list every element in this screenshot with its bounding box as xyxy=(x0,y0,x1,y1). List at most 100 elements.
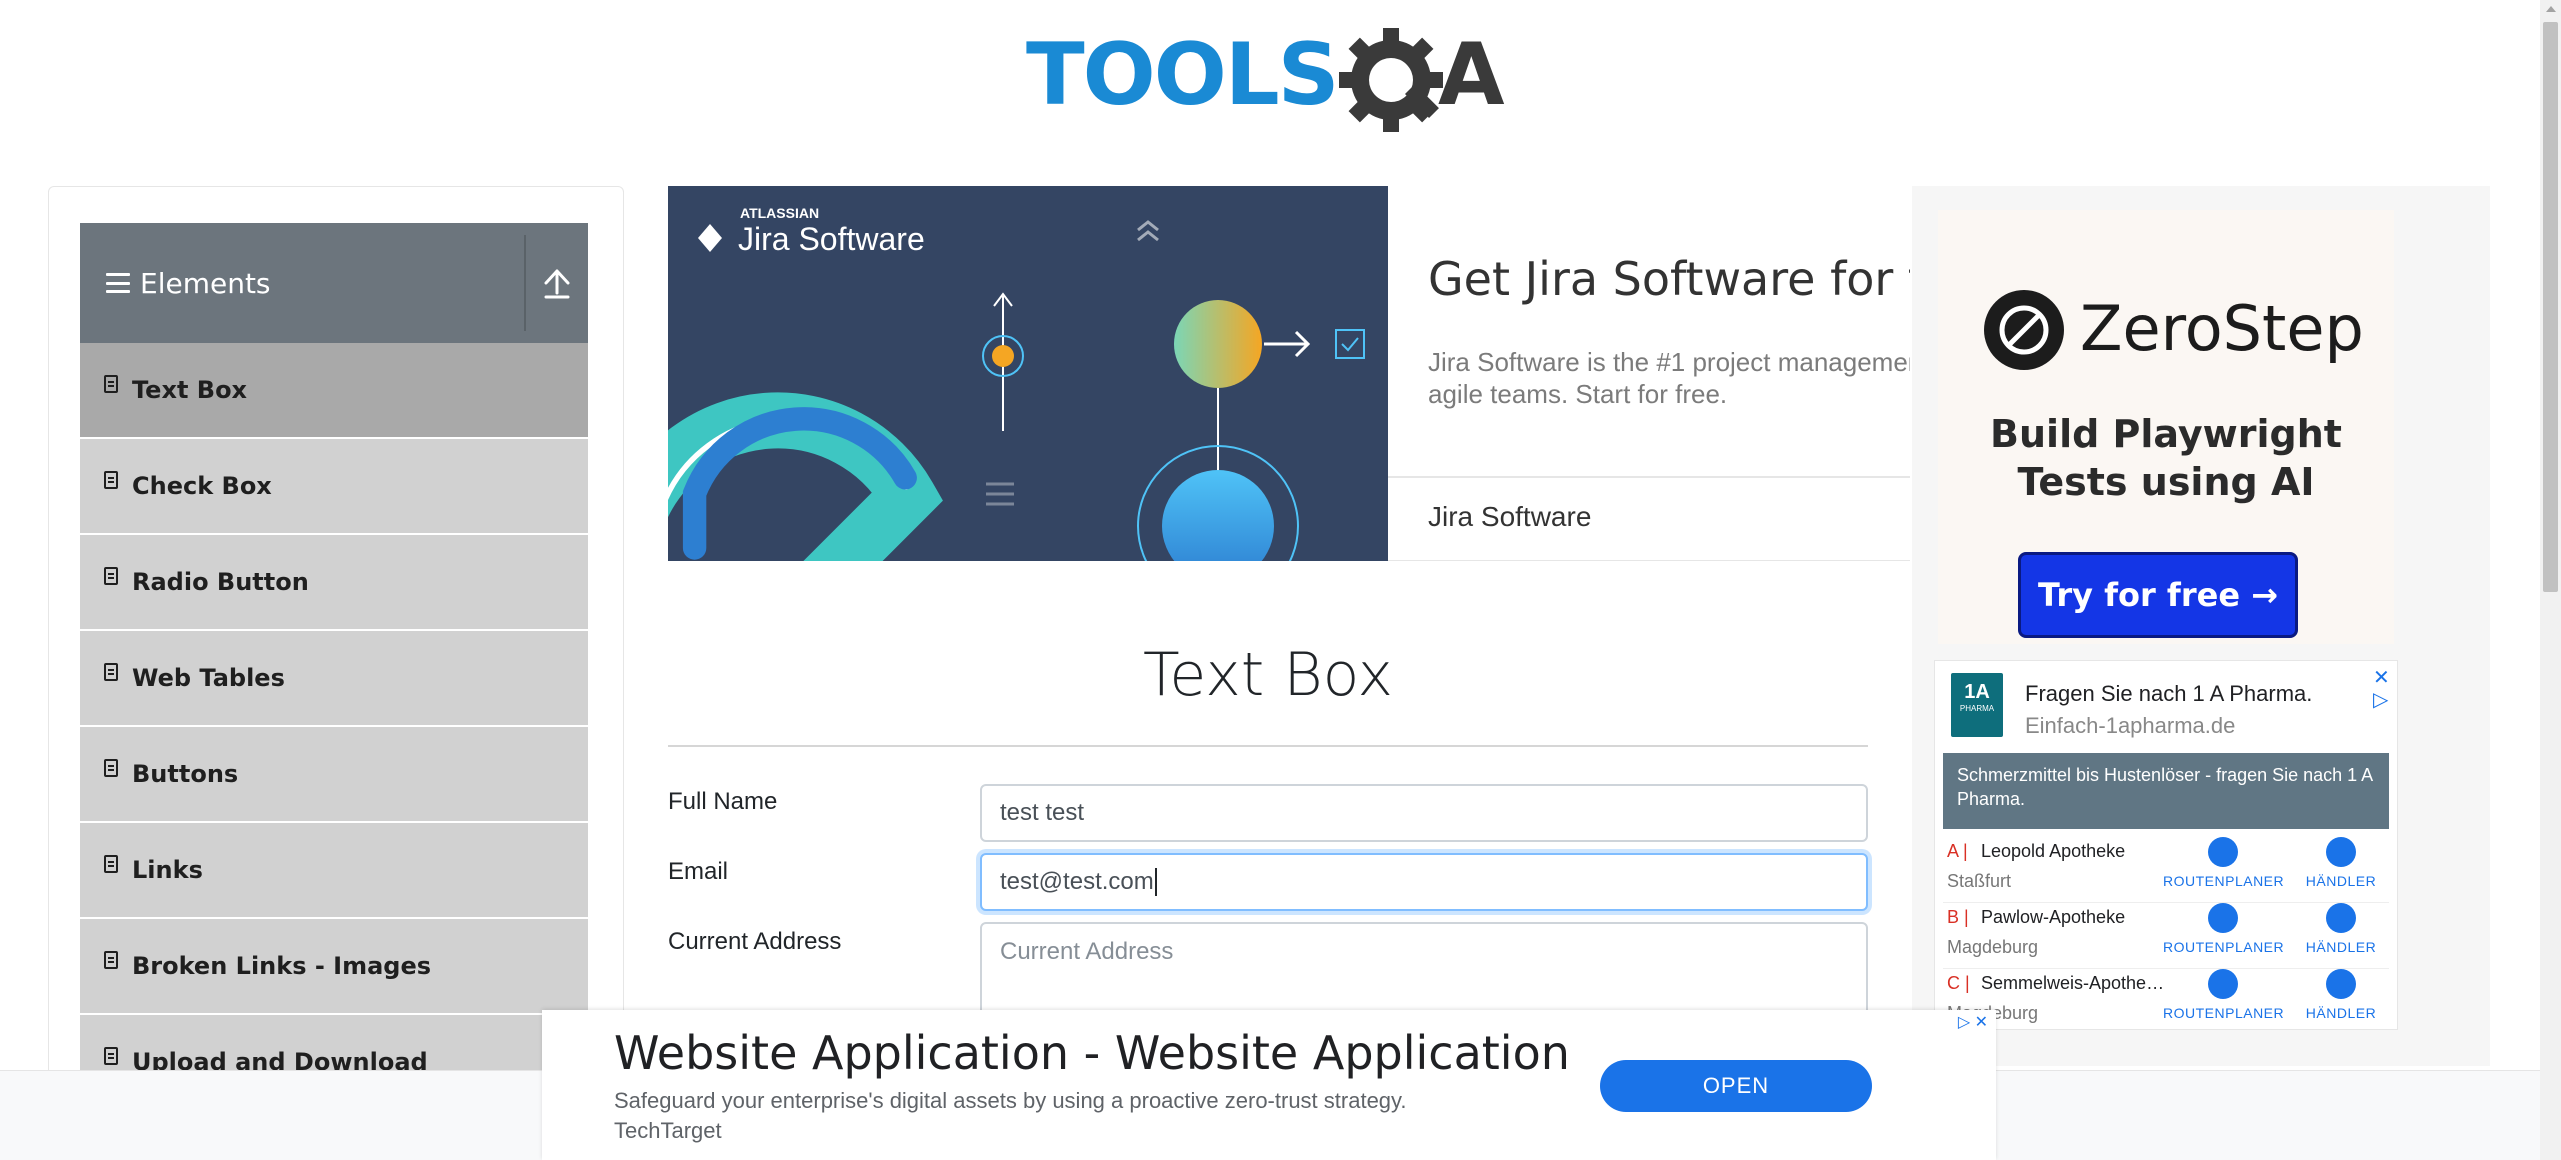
bottom-anchor-ad[interactable]: Website Application - Website Applicatio… xyxy=(542,1010,1996,1160)
bottom-ad-description: Safeguard your enterprise's digital asse… xyxy=(614,1088,1407,1113)
sidebar-item-label: Links xyxy=(132,856,203,884)
location-name: Leopold Apotheke xyxy=(1981,841,2126,861)
sidebar-item-radio-button[interactable]: Radio Button xyxy=(80,535,588,631)
jira-product-name: Jira Software xyxy=(738,221,925,257)
document-icon xyxy=(104,567,118,585)
route-planner-button[interactable]: ROUTENPLANER xyxy=(2163,837,2285,889)
dealer-label: HÄNDLER xyxy=(2305,939,2377,955)
elements-menu: Text Box Check Box Radio Button Web Tabl… xyxy=(80,343,588,1111)
zerostep-tagline-line: Build Playwright xyxy=(1990,412,2342,456)
route-label: ROUTENPLANER xyxy=(2163,873,2285,889)
sidebar-item-label: Text Box xyxy=(132,376,248,404)
document-icon xyxy=(104,759,118,777)
page-scrollbar[interactable] xyxy=(2540,0,2561,1160)
sidebar-item-buttons[interactable]: Buttons xyxy=(80,727,588,823)
pharma-location-row[interactable]: A | Leopold Apotheke Staßfurt ROUTENPLAN… xyxy=(1943,837,2389,903)
jira-body-line: agile teams. Start for free. xyxy=(1428,379,1728,409)
pharma-banner[interactable]: Schmerzmittel bis Hustenlöser - fragen S… xyxy=(1943,753,2389,829)
dealer-info-button[interactable]: HÄNDLER xyxy=(2293,837,2389,889)
info-icon xyxy=(2326,969,2356,999)
info-icon xyxy=(2326,837,2356,867)
sidebar-item-label: Web Tables xyxy=(132,664,285,692)
sidebar-item-web-tables[interactable]: Web Tables xyxy=(80,631,588,727)
pharma-location-row[interactable]: B | Pawlow-Apotheke Magdeburg ROUTENPLAN… xyxy=(1943,903,2389,969)
email-value: test@test.com xyxy=(1000,868,1154,895)
route-planner-button[interactable]: ROUTENPLANER xyxy=(2163,969,2284,1021)
group-title: Elements xyxy=(140,266,271,300)
route-planner-button[interactable]: ROUTENPLANER xyxy=(2163,903,2285,955)
adchoices-icon[interactable]: ▷ xyxy=(2373,687,2388,712)
atlassian-label: ATLASSIAN xyxy=(740,205,819,221)
sidebar-item-label: Check Box xyxy=(132,472,272,500)
scrollbar-thumb[interactable] xyxy=(2543,22,2558,592)
pharma-location-row[interactable]: C | Semmelweis-Apothe… Magdeburg ROUTENP… xyxy=(1943,969,2389,1033)
location-letter: A | xyxy=(1947,841,1968,861)
zerostep-tagline: Build Playwright Tests using AI xyxy=(1938,410,2394,506)
sidebar-item-label: Broken Links - Images xyxy=(132,952,432,980)
jira-ad-text: Get Jira Software for free Jira Software… xyxy=(1388,186,1910,561)
pharma-url[interactable]: Einfach-1apharma.de xyxy=(2025,713,2235,739)
jira-brand-footer[interactable]: Jira Software xyxy=(1428,501,1591,533)
current-address-label: Current Address xyxy=(668,928,842,955)
open-button[interactable]: OPEN xyxy=(1600,1060,1872,1112)
right-ad-column: ZeroStep Build Playwright Tests using AI… xyxy=(1912,186,2490,1066)
try-for-free-button[interactable]: Try for free → xyxy=(2018,552,2298,638)
full-name-input[interactable]: test test xyxy=(980,784,1868,842)
document-icon xyxy=(104,471,118,489)
sidebar-item-broken-links[interactable]: Broken Links - Images xyxy=(80,919,588,1015)
location-city: Staßfurt xyxy=(1947,871,2012,891)
bottom-ad-headline[interactable]: Website Application - Website Applicatio… xyxy=(614,1026,1570,1080)
dealer-info-button[interactable]: HÄNDLER xyxy=(2293,903,2389,955)
location-letter: B | xyxy=(1947,907,1969,927)
page-title: Text Box xyxy=(1142,640,1394,710)
sidebar-item-links[interactable]: Links xyxy=(80,823,588,919)
sidebar-item-text-box[interactable]: Text Box xyxy=(80,343,588,439)
jira-ad-banner[interactable]: ATLASSIAN Jira Software Get Jira Softwar… xyxy=(668,186,1910,561)
bottom-ad-source: TechTarget xyxy=(614,1118,722,1143)
pharma-title[interactable]: Fragen Sie nach 1 A Pharma. xyxy=(2025,681,2312,707)
current-address-placeholder: Current Address xyxy=(1000,938,1174,965)
document-icon xyxy=(104,855,118,873)
route-label: ROUTENPLANER xyxy=(2163,939,2285,955)
dealer-label: HÄNDLER xyxy=(2305,1005,2377,1021)
zerostep-logo-icon xyxy=(1984,290,2064,370)
zerostep-tagline-line: Tests using AI xyxy=(2017,460,2315,504)
full-name-value: test test xyxy=(1000,799,1085,826)
jira-divider xyxy=(1388,476,1910,478)
directions-icon xyxy=(2208,837,2238,867)
toolsqa-logo[interactable]: TOOLS A xyxy=(1026,22,1516,140)
sidebar-item-label: Radio Button xyxy=(132,568,309,596)
ad-close-icon[interactable]: ▷ ✕ xyxy=(1950,1010,1996,1034)
title-divider xyxy=(668,745,1868,747)
jira-body-line: Jira Software is the #1 project manageme… xyxy=(1428,347,1910,377)
email-input[interactable]: test@test.com xyxy=(980,853,1868,911)
document-icon xyxy=(104,375,118,393)
scroll-up-icon[interactable] xyxy=(2546,6,2556,12)
jira-headline[interactable]: Get Jira Software for free xyxy=(1428,252,1910,306)
directions-icon xyxy=(2208,969,2238,999)
pharma-logo-sub: PHARMA xyxy=(1959,704,1995,713)
pharma-logo-text: 1A xyxy=(1964,681,1990,703)
location-city: Magdeburg xyxy=(1947,937,2039,957)
dealer-info-button[interactable]: HÄNDLER xyxy=(2293,969,2389,1021)
info-icon xyxy=(2326,903,2356,933)
sidebar-item-label: Buttons xyxy=(132,760,239,788)
document-icon xyxy=(104,663,118,681)
location-name: Pawlow-Apotheke xyxy=(1981,907,2126,927)
jira-illustration: ATLASSIAN Jira Software xyxy=(668,205,1365,561)
document-icon xyxy=(104,1047,118,1065)
svg-text:A: A xyxy=(1438,25,1505,125)
upload-arrow-icon[interactable] xyxy=(540,265,574,301)
dealer-label: HÄNDLER xyxy=(2305,873,2377,889)
zerostep-ad[interactable]: ZeroStep Build Playwright Tests using AI… xyxy=(1938,210,2394,644)
header-divider xyxy=(524,235,526,331)
location-name: Semmelweis-Apothe… xyxy=(1981,973,2165,993)
zerostep-logo-text: ZeroStep xyxy=(2080,292,2364,365)
text-caret xyxy=(1154,868,1157,896)
pharma-ad[interactable]: ✕ ▷ 1A PHARMA Fragen Sie nach 1 A Pharma… xyxy=(1934,660,2398,1030)
svg-text:TOOLS: TOOLS xyxy=(1026,25,1338,125)
pharma-logo: 1A PHARMA xyxy=(1951,673,2003,737)
elements-group-header[interactable]: Elements xyxy=(80,223,588,343)
full-name-label: Full Name xyxy=(668,788,778,815)
sidebar-item-check-box[interactable]: Check Box xyxy=(80,439,588,535)
